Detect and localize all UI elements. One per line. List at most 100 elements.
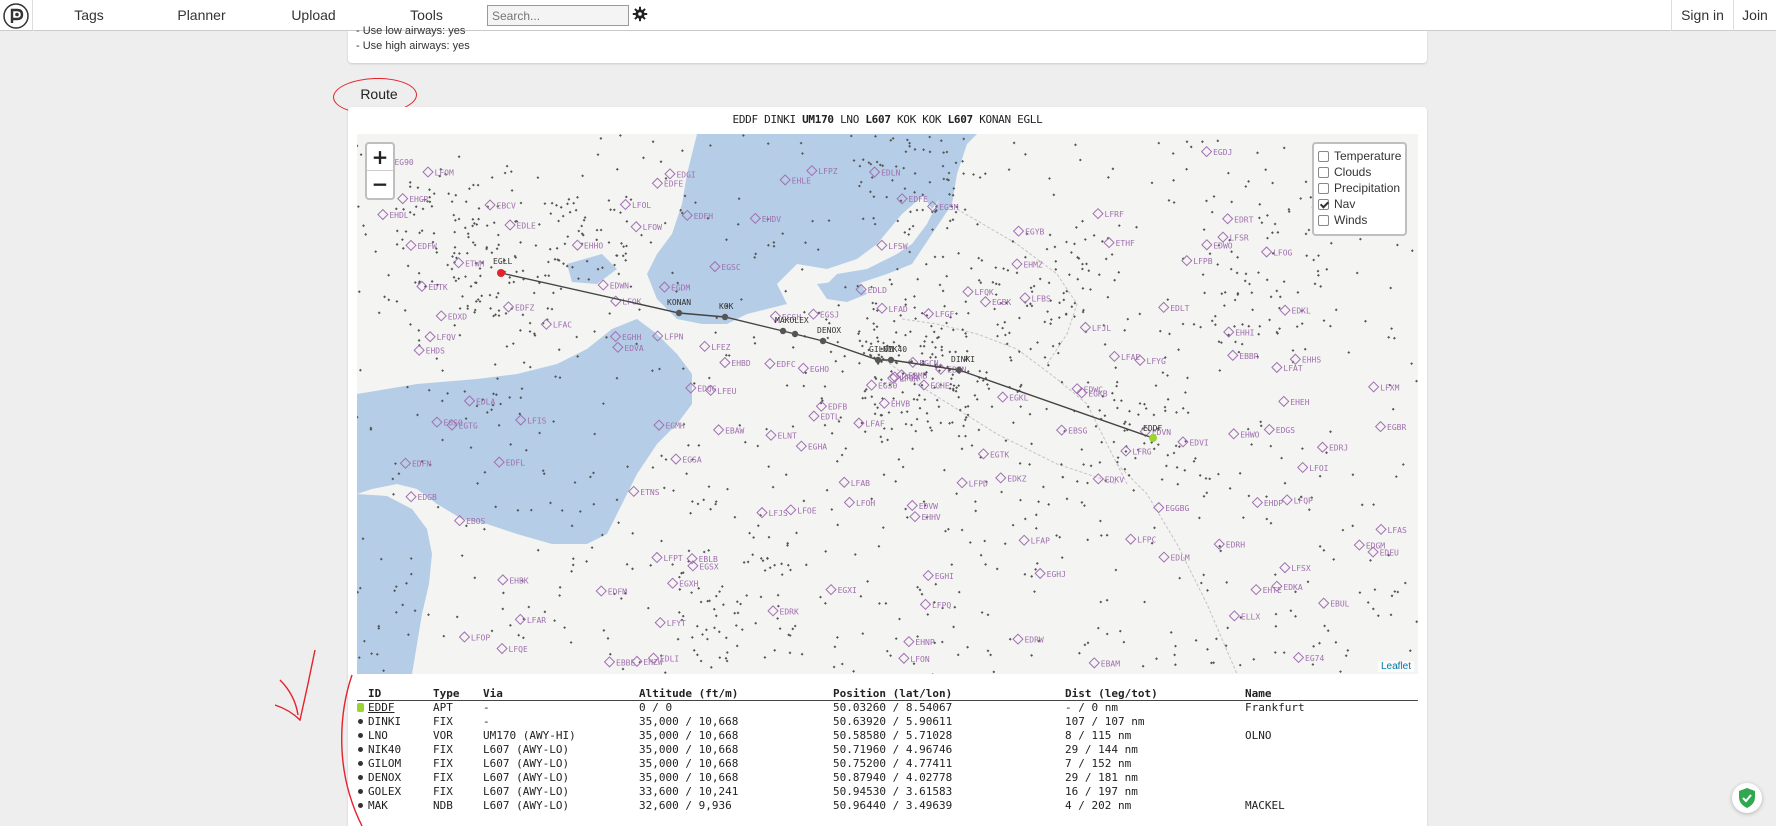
route-tab[interactable]: Route — [342, 80, 416, 108]
table-cell[interactable]: GOLEX — [368, 785, 401, 798]
column-header[interactable]: Type — [433, 687, 460, 700]
option-low-airways: - Use low airways: yes — [356, 25, 466, 37]
table-row[interactable]: LNO VOR UM170 (AWY-HI) 35,000 / 10,668 50.58… — [357, 729, 1418, 743]
table-row[interactable]: GOLEX FIX L607 (AWY-LO) 33,600 / 10,241 50.9… — [357, 785, 1418, 799]
table-cell[interactable]: NIK40 — [368, 743, 401, 756]
airport-label: EDRK — [780, 607, 799, 616]
airport-label: EGBR — [1387, 423, 1406, 432]
airport-label: LFSX — [1291, 564, 1310, 573]
waypoint-kok[interactable] — [721, 313, 729, 321]
airport-label: EGDJ — [1213, 148, 1232, 157]
checkbox[interactable] — [1318, 150, 1329, 162]
layer-winds-toggle[interactable]: Winds — [1318, 212, 1401, 228]
waypoint-golex[interactable] — [791, 330, 799, 338]
airport-label: LFRG — [1132, 447, 1151, 456]
table-cell[interactable]: DINKI — [368, 715, 401, 728]
table-row[interactable]: EDDF APT - 0 / 0 50.03260 / 8.54067 - / 0 nm F… — [357, 701, 1418, 715]
airport-label: EBSG — [1068, 427, 1087, 436]
layer-clouds-toggle[interactable]: Clouds — [1318, 164, 1401, 180]
airport-label: EHTE — [1263, 586, 1282, 595]
airport-label: LFOL — [632, 201, 651, 210]
route-token: KONAN — [979, 113, 1011, 126]
airport-label: EDVW — [919, 502, 938, 511]
route-token: L607 — [947, 113, 974, 126]
search-input[interactable] — [487, 5, 629, 26]
airport-label: EHBD — [731, 359, 750, 368]
origin-marker[interactable] — [1149, 434, 1157, 442]
zoom-out-button[interactable]: − — [367, 171, 393, 198]
site-logo[interactable] — [0, 0, 33, 31]
waypoint-nik40[interactable] — [887, 356, 895, 364]
column-header[interactable]: Via — [483, 687, 503, 700]
table-row[interactable]: NIK40 FIX L607 (AWY-LO) 35,000 / 10,668 50.7… — [357, 743, 1418, 757]
layer-precipitation-toggle[interactable]: Precipitation — [1318, 180, 1401, 196]
checkbox[interactable] — [1318, 214, 1329, 226]
table-row[interactable]: DENOX FIX L607 (AWY-LO) 35,000 / 10,668 50.8… — [357, 771, 1418, 785]
column-header[interactable]: Dist (leg/tot) — [1065, 687, 1158, 700]
table-cell: 50.94530 / 3.61583 — [833, 785, 953, 798]
table-cell: 29 / 144 nm — [1065, 743, 1138, 756]
nav-tags[interactable]: Tags — [33, 0, 145, 31]
table-row[interactable]: GILOM FIX L607 (AWY-LO) 35,000 / 10,668 50.7… — [357, 757, 1418, 771]
sign-in-link[interactable]: Sign in — [1671, 0, 1733, 31]
table-cell: L607 (AWY-LO) — [483, 785, 570, 798]
nav-planner[interactable]: Planner — [145, 0, 258, 31]
option-high-airways: - Use high airways: yes — [356, 40, 470, 52]
airport-label: EGTK — [990, 450, 1009, 459]
column-header[interactable]: Name — [1245, 687, 1272, 700]
table-row[interactable]: DINKI FIX - 35,000 / 10,668 50.63920 / 5.906… — [357, 715, 1418, 729]
leaflet-attribution[interactable]: Leaflet — [1378, 661, 1415, 672]
gear-icon[interactable] — [632, 6, 648, 22]
waypoint-gilom[interactable] — [874, 356, 882, 364]
airport-label: EHHO — [584, 242, 603, 251]
table-cell[interactable]: LNO — [368, 729, 388, 742]
waypoint-row-icon — [358, 761, 363, 766]
waypoint-dinki[interactable] — [955, 366, 963, 374]
airport-label: EDVA — [624, 344, 643, 353]
checkbox[interactable] — [1318, 198, 1329, 210]
airport-label: EDFZ — [515, 303, 534, 312]
origin-row-icon — [357, 703, 364, 712]
route-waypoint-label: KONAN — [667, 298, 691, 307]
checkbox[interactable] — [1318, 166, 1329, 178]
airport-label: LFOR — [899, 375, 918, 384]
route-map[interactable]: EGXI EGTG EGSA EGSJ EGSM EGGBG EG74 EG30 EGBR EGS… — [357, 134, 1418, 674]
column-header[interactable]: Altitude (ft/m) — [639, 687, 738, 700]
airport-label: EDGM — [1366, 542, 1385, 551]
airport-label: LFPN — [664, 332, 683, 341]
column-header[interactable]: ID — [368, 687, 381, 700]
airport-label: EGBK — [992, 298, 1011, 307]
layer-temperature-toggle[interactable]: Temperature — [1318, 148, 1401, 164]
checkbox[interactable] — [1318, 182, 1329, 194]
airport-label: EGDM — [671, 284, 690, 293]
route-waypoint-label: KOK — [719, 302, 734, 311]
table-cell: FIX — [433, 771, 453, 784]
airport-label: EDKZ — [1007, 474, 1026, 483]
table-cell: 29 / 181 nm — [1065, 771, 1138, 784]
layer-label: Precipitation — [1334, 181, 1401, 195]
table-cell[interactable]: EDDF — [368, 701, 395, 714]
nav-upload[interactable]: Upload — [258, 0, 369, 31]
column-header[interactable]: Position (lat/lon) — [833, 687, 952, 700]
map-canvas[interactable]: EGXIEGTGEGSAEGSJEGSMEGGBGEG74EG30EGBREGS… — [357, 134, 1418, 674]
table-cell[interactable]: DENOX — [368, 771, 401, 784]
table-cell: NDB — [433, 799, 453, 812]
airport-label: EBBR — [1239, 352, 1258, 361]
waypoint-konan[interactable] — [675, 309, 683, 317]
table-row[interactable]: MAK NDB L607 (AWY-LO) 32,600 / 9,936 50.9644… — [357, 799, 1418, 813]
airport-label: EGSM — [939, 203, 958, 212]
route-token: KOK — [922, 113, 942, 126]
security-shield-icon[interactable] — [1732, 783, 1762, 813]
airport-label: EDTL — [820, 413, 839, 422]
table-cell[interactable]: MAK — [368, 799, 388, 812]
route-token: L607 — [865, 113, 891, 126]
destination-marker[interactable] — [497, 269, 505, 277]
layer-nav-toggle[interactable]: Nav — [1318, 196, 1401, 212]
table-cell[interactable]: GILOM — [368, 757, 401, 770]
zoom-in-button[interactable]: + — [367, 144, 393, 171]
join-link[interactable]: Join — [1733, 0, 1776, 31]
waypoint-mak[interactable] — [779, 327, 787, 335]
airport-label: EDKL — [1292, 307, 1311, 316]
airport-label: EGXH — [679, 580, 698, 589]
waypoint-denox[interactable] — [819, 337, 827, 345]
